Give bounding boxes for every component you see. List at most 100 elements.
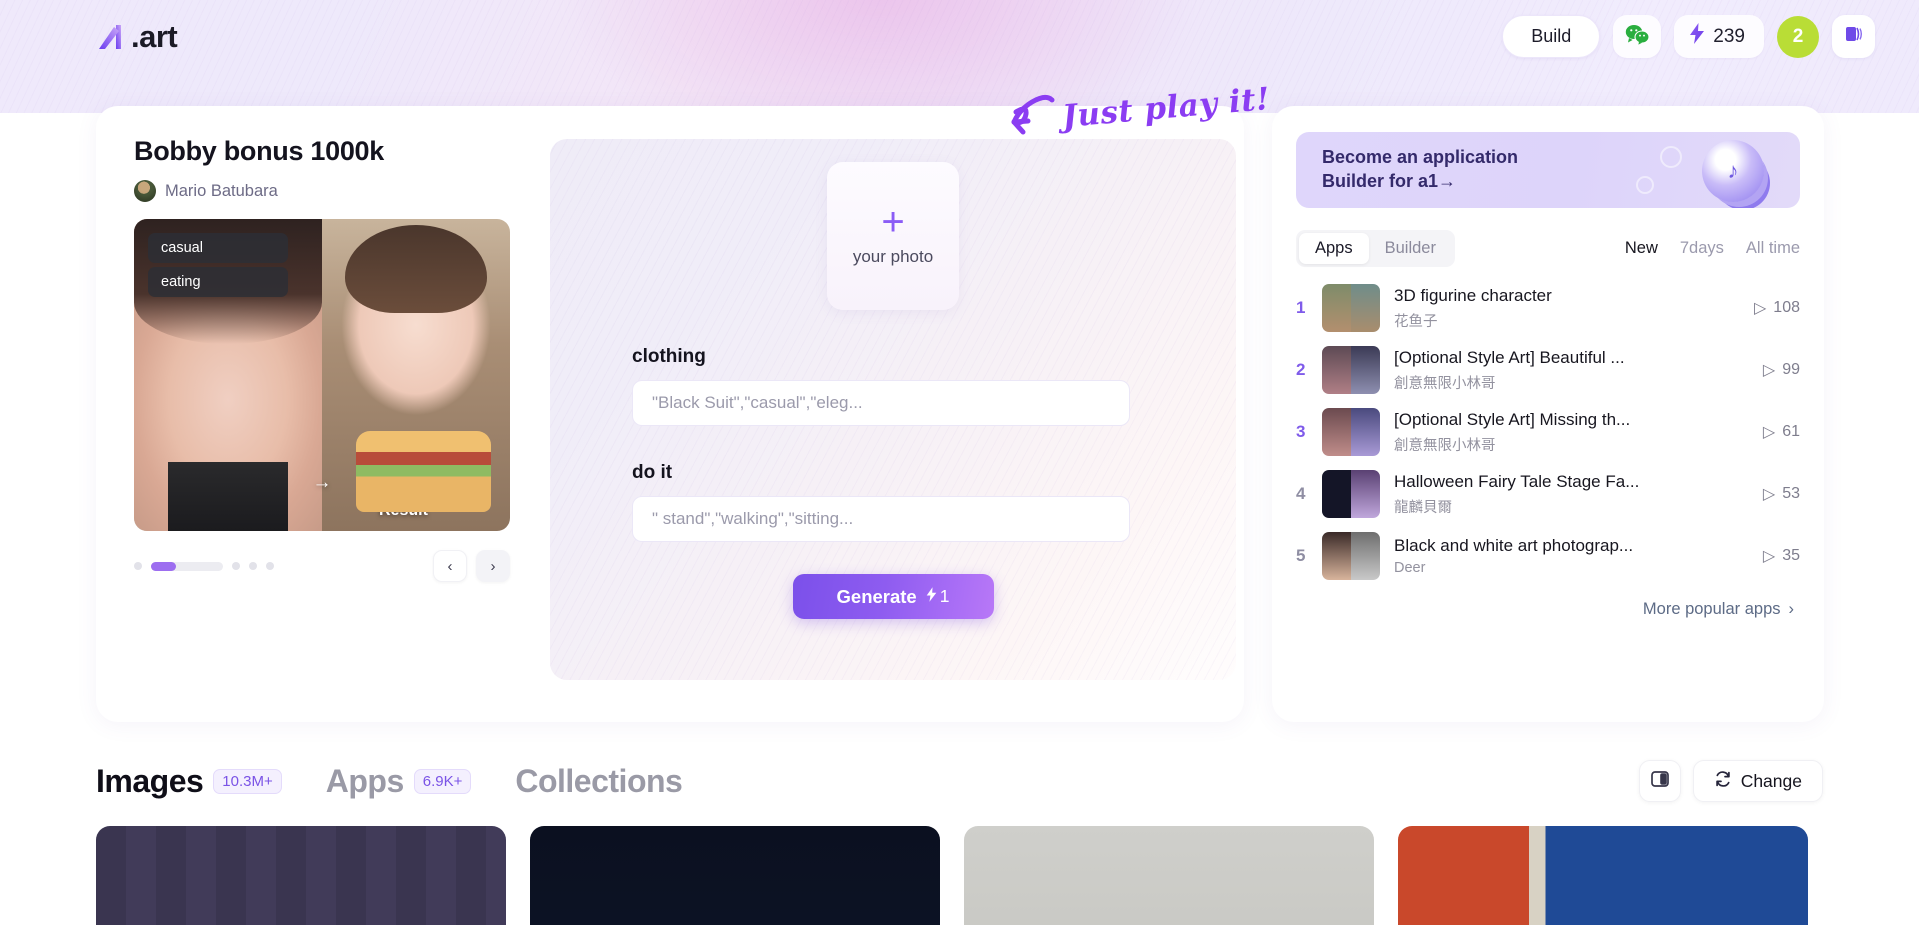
play-icon: ▷ (1762, 548, 1776, 565)
carousel-dot[interactable] (134, 562, 142, 570)
more-popular-apps-link[interactable]: More popular apps › (1296, 600, 1800, 619)
brand-logo[interactable]: .art (96, 19, 178, 55)
play-count: ▷ 99 (1763, 360, 1800, 380)
rank-number: 5 (1296, 546, 1306, 565)
tab-collections[interactable]: Collections (515, 763, 682, 800)
app-title: [Optional Style Art] Beautiful ... (1394, 347, 1625, 367)
generate-button[interactable]: Generate 1 (792, 574, 994, 619)
list-item[interactable]: 2 [Optional Style Art] Beautiful ... 創意無… (1296, 339, 1800, 401)
panel-tabs-row: Apps Builder New 7days All time (1296, 230, 1800, 267)
filter-new[interactable]: New (1625, 239, 1658, 258)
bubble-decoration (1660, 146, 1682, 168)
carousel-dot[interactable] (266, 562, 274, 570)
rank-number: 4 (1296, 484, 1306, 503)
preview-arrow-icon: → (312, 471, 332, 493)
tab-collections-label: Collections (515, 762, 683, 799)
build-button[interactable]: Build (1502, 15, 1601, 58)
panel-segmented-control: Apps Builder (1296, 230, 1455, 267)
chevron-left-icon: ‹ (447, 557, 453, 575)
builder-promo-banner[interactable]: Become an application Builder for a1→ ♪ (1296, 132, 1800, 208)
coin-icon: ♪ (1702, 140, 1764, 202)
carousel-prev-button[interactable]: ‹ (433, 550, 467, 582)
carousel-dot[interactable] (232, 562, 240, 570)
play-count-value: 35 (1782, 547, 1800, 564)
tab-builder[interactable]: Builder (1369, 233, 1452, 264)
wechat-button[interactable] (1613, 15, 1662, 58)
generator-form-panel: + your photo clothing "Black Suit","casu… (550, 139, 1236, 680)
app-author: 創意無限小林哥 (1394, 375, 1496, 392)
gallery-card[interactable] (964, 826, 1374, 925)
carousel-dots[interactable] (134, 561, 274, 571)
split-view-icon (1650, 769, 1670, 794)
doit-input[interactable]: " stand","walking","sitting... (632, 496, 1130, 542)
page-root: .art Build 239 2 Bobby bonus 1000k Mario… (0, 0, 1919, 925)
tab-images[interactable]: Images 10.3M+ (96, 763, 282, 800)
app-author: 花鱼子 (1394, 313, 1438, 330)
generator-card: Bobby bonus 1000k Mario Batubara Input R… (96, 106, 1244, 722)
app-author: 龍麟貝爾 (1394, 499, 1452, 516)
tab-apps[interactable]: Apps (1299, 233, 1369, 264)
carousel-controls: ‹ › (134, 550, 510, 582)
rank-number: 3 (1296, 422, 1306, 441)
layout-toggle-button[interactable] (1638, 760, 1681, 802)
rank-number: 2 (1296, 360, 1306, 379)
avatar-count: 2 (1792, 25, 1804, 47)
app-title: Halloween Fairy Tale Stage Fa... (1394, 471, 1640, 491)
clothing-input[interactable]: "Black Suit","casual","eleg... (632, 380, 1130, 426)
app-title: [Optional Style Art] Missing th... (1394, 409, 1631, 429)
avatar[interactable]: 2 (1777, 15, 1819, 58)
tab-apps-count: 6.9K+ (413, 768, 472, 794)
panel-filters: New 7days All time (1625, 239, 1800, 258)
list-item[interactable]: 3 [Optional Style Art] Missing th... 創意無… (1296, 401, 1800, 463)
play-icon: ▷ (1762, 486, 1776, 503)
play-count-value: 108 (1773, 299, 1800, 316)
carousel-next-button[interactable]: › (476, 550, 510, 582)
clothing-field-label: clothing (632, 346, 706, 367)
gallery-card[interactable] (96, 826, 506, 925)
chevron-right-icon: › (1788, 600, 1795, 618)
app-thumbnail (1322, 284, 1380, 332)
preview-image[interactable]: Input Result → casual eating (134, 219, 510, 531)
filter-alltime[interactable]: All time (1746, 239, 1800, 258)
list-item[interactable]: 1 3D figurine character 花鱼子 ▷ 108 (1296, 277, 1800, 339)
change-button[interactable]: Change (1692, 760, 1823, 802)
lightning-icon (1689, 23, 1705, 50)
preview-result-half: Result (322, 219, 510, 531)
carousel-dot-active[interactable] (151, 561, 223, 571)
app-author: 創意無限小林哥 (1394, 437, 1496, 454)
tab-apps[interactable]: Apps 6.9K+ (326, 763, 472, 800)
credits-button[interactable]: 239 (1674, 15, 1764, 58)
gallery-grid (0, 802, 1919, 925)
page-title: Bobby bonus 1000k (134, 136, 384, 166)
gallery-card[interactable] (1398, 826, 1808, 925)
gallery-card[interactable] (530, 826, 940, 925)
photo-upload-dropzone[interactable]: + your photo (827, 162, 959, 310)
play-count-value: 61 (1782, 423, 1800, 440)
filter-7days[interactable]: 7days (1680, 239, 1724, 258)
author-row[interactable]: Mario Batubara (134, 180, 528, 202)
logo-mark-icon (96, 20, 130, 54)
promo-text: Become an application Builder for a1→ (1322, 146, 1518, 194)
list-item[interactable]: 4 Halloween Fairy Tale Stage Fa... 龍麟貝爾 … (1296, 463, 1800, 525)
book-icon (1844, 24, 1864, 49)
preview-input-label: Input (198, 502, 238, 519)
play-icon: ▷ (1762, 362, 1776, 379)
change-label: Change (1740, 770, 1802, 791)
library-button[interactable] (1832, 15, 1875, 58)
bubble-decoration (1636, 176, 1654, 194)
author-avatar (134, 180, 156, 202)
chevron-right-icon: › (490, 557, 496, 575)
app-preview-column: Bobby bonus 1000k Mario Batubara Input R… (96, 106, 528, 722)
list-item[interactable]: 5 Black and white art photograp... Deer … (1296, 525, 1800, 587)
play-icon: ▷ (1753, 300, 1767, 317)
popular-apps-panel: Become an application Builder for a1→ ♪ … (1272, 106, 1824, 722)
promo-line-2: Builder for a1→ (1322, 171, 1457, 191)
app-thumbnail (1322, 346, 1380, 394)
more-popular-apps-label: More popular apps (1642, 600, 1781, 618)
app-header: .art Build 239 2 (0, 0, 1919, 73)
browse-tabs: Images 10.3M+ Apps 6.9K+ Collections Cha… (0, 760, 1919, 802)
carousel-dot[interactable] (249, 562, 257, 570)
app-author: Deer (1394, 560, 1426, 576)
app-thumbnail (1322, 408, 1380, 456)
wechat-icon (1625, 24, 1650, 50)
